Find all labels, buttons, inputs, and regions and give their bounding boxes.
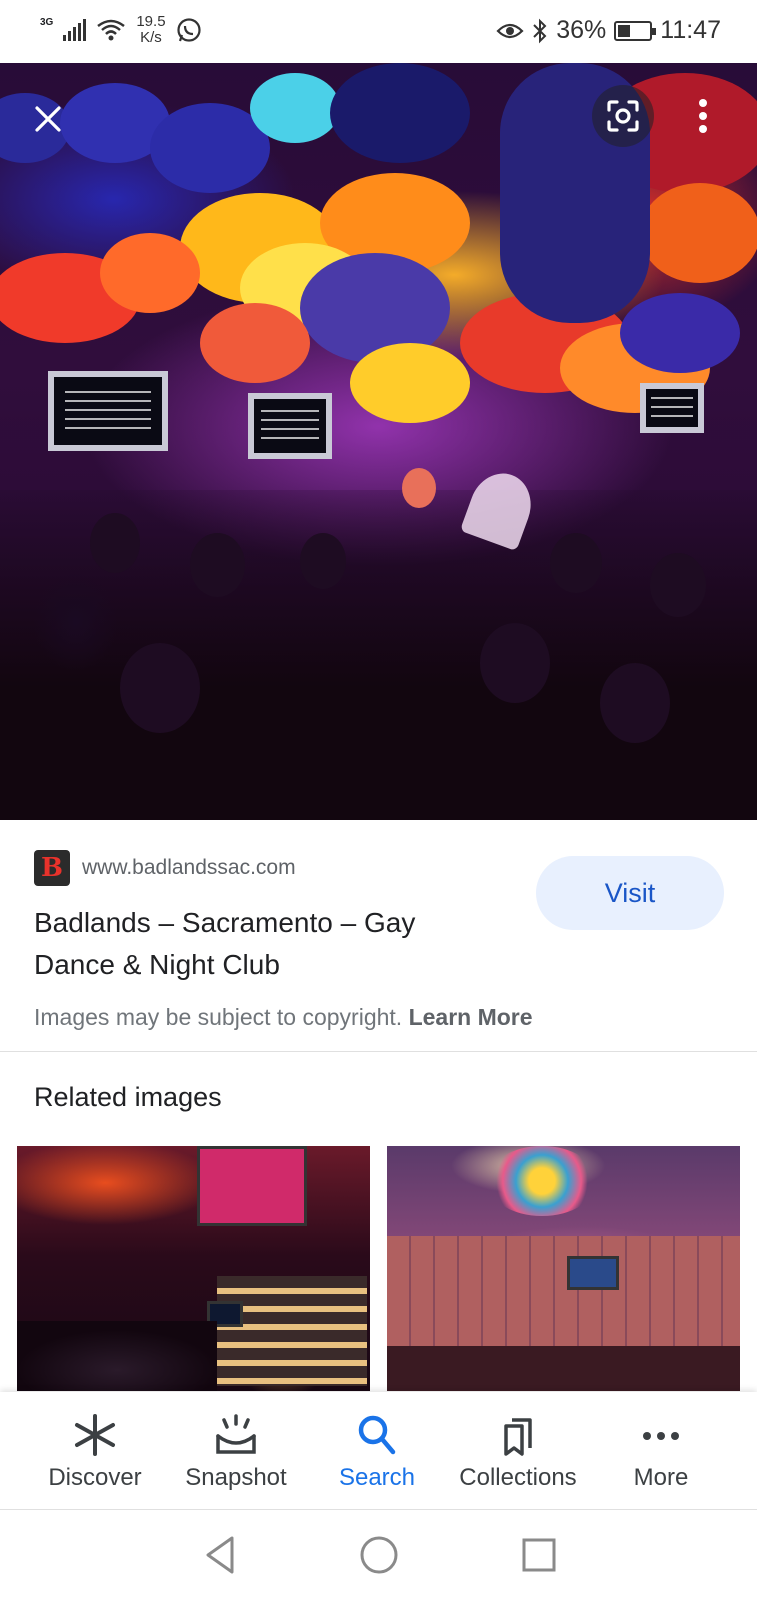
related-images-heading: Related images [34, 1082, 222, 1112]
search-icon [358, 1415, 396, 1455]
clock: 11:47 [660, 16, 721, 44]
battery-percent: 36% [556, 16, 607, 44]
bluetooth-icon [533, 18, 547, 43]
asterisk-icon [75, 1414, 115, 1456]
battery-icon [614, 20, 657, 41]
lens-button[interactable] [592, 85, 654, 147]
related-image-1[interactable] [17, 1146, 370, 1391]
nav-more[interactable]: More [591, 1392, 731, 1510]
more-options-button[interactable] [678, 85, 728, 147]
wifi-icon [97, 19, 126, 41]
eye-icon [496, 23, 524, 38]
more-vert-icon [699, 99, 707, 133]
nav-label-snapshot: Snapshot [185, 1464, 287, 1491]
nav-search[interactable]: Search [307, 1392, 447, 1510]
nav-snapshot[interactable]: Snapshot [166, 1392, 306, 1510]
lens-icon [607, 100, 639, 132]
site-url[interactable]: www.badlandssac.com [82, 856, 296, 880]
whatsapp-icon [176, 18, 201, 42]
status-right: 36% 11:47 [496, 16, 721, 45]
snapshot-icon [216, 1414, 256, 1454]
page-title[interactable]: Badlands – Sacramento – Gay Dance & Nigh… [34, 902, 504, 986]
recents-icon[interactable] [516, 1532, 562, 1578]
status-bar: 3G 19.5 K/s 36% 11:47 [0, 0, 757, 63]
speed-unit: K/s [140, 29, 162, 46]
more-horiz-icon [643, 1432, 679, 1440]
home-icon[interactable] [356, 1532, 402, 1578]
network-type: 3G [40, 16, 54, 28]
nav-collections[interactable]: Collections [448, 1392, 588, 1510]
close-icon [35, 106, 61, 132]
close-button[interactable] [20, 91, 76, 147]
nav-label-more: More [633, 1464, 689, 1491]
nav-label-search: Search [338, 1464, 416, 1491]
status-left: 3G 19.5 K/s [40, 14, 202, 46]
copyright-notice: Images may be subject to copyright. Lear… [34, 1004, 533, 1031]
hero-image[interactable] [0, 63, 757, 820]
nav-discover[interactable]: Discover [25, 1392, 165, 1510]
nav-label-collections: Collections [459, 1464, 577, 1491]
site-favicon: B [34, 850, 70, 886]
bottom-navigation: Discover Snapshot Search Collections Mor… [0, 1392, 757, 1510]
result-info: B www.badlandssac.com Badlands – Sacrame… [0, 820, 757, 1052]
copyright-text: Images may be subject to copyright. [34, 1004, 403, 1030]
collections-icon [504, 1418, 532, 1456]
system-navigation [0, 1510, 757, 1600]
favicon-letter: B [41, 853, 63, 883]
speed-value: 19.5 [136, 13, 166, 30]
related-image-2[interactable] [387, 1146, 740, 1391]
network-speed: 19.5 K/s [136, 14, 165, 46]
nav-label-discover: Discover [48, 1464, 142, 1491]
learn-more-link[interactable]: Learn More [409, 1004, 533, 1030]
visit-button[interactable]: Visit [536, 856, 724, 930]
back-icon[interactable] [198, 1532, 244, 1578]
signal-icon [63, 19, 87, 41]
